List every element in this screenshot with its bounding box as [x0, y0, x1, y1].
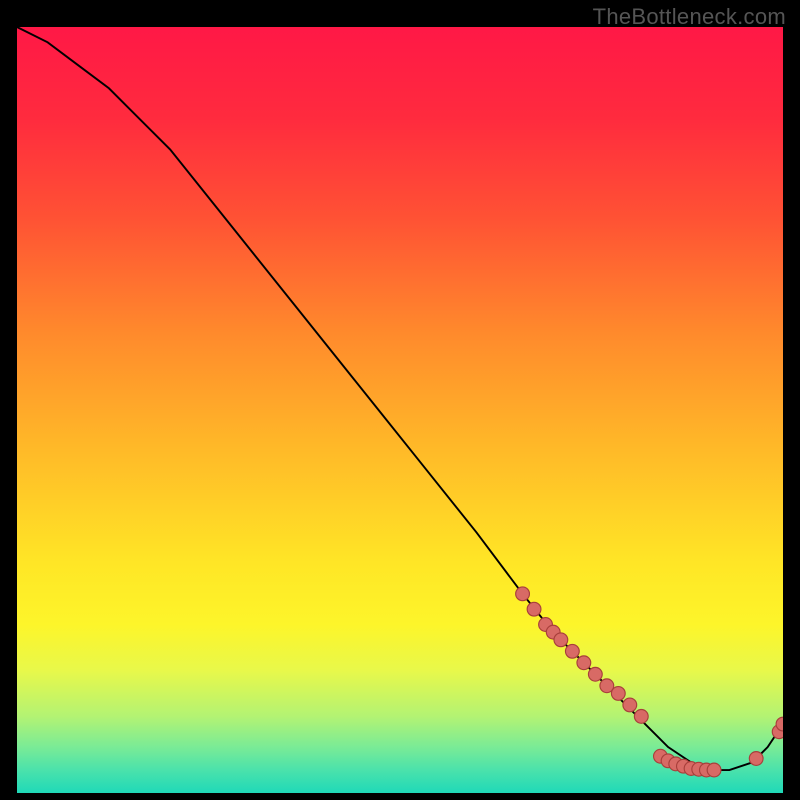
data-marker — [554, 633, 568, 647]
data-marker — [611, 687, 625, 701]
bottleneck-curve — [17, 27, 783, 770]
chart-frame — [15, 25, 785, 795]
data-marker — [516, 587, 530, 601]
data-marker — [623, 698, 637, 712]
data-marker — [527, 602, 541, 616]
data-marker — [588, 667, 602, 681]
chart-plot-layer — [17, 27, 783, 793]
data-markers — [516, 587, 783, 777]
data-marker — [577, 656, 591, 670]
data-marker — [749, 752, 763, 766]
data-marker — [707, 763, 721, 777]
data-marker — [634, 710, 648, 724]
data-marker — [565, 644, 579, 658]
